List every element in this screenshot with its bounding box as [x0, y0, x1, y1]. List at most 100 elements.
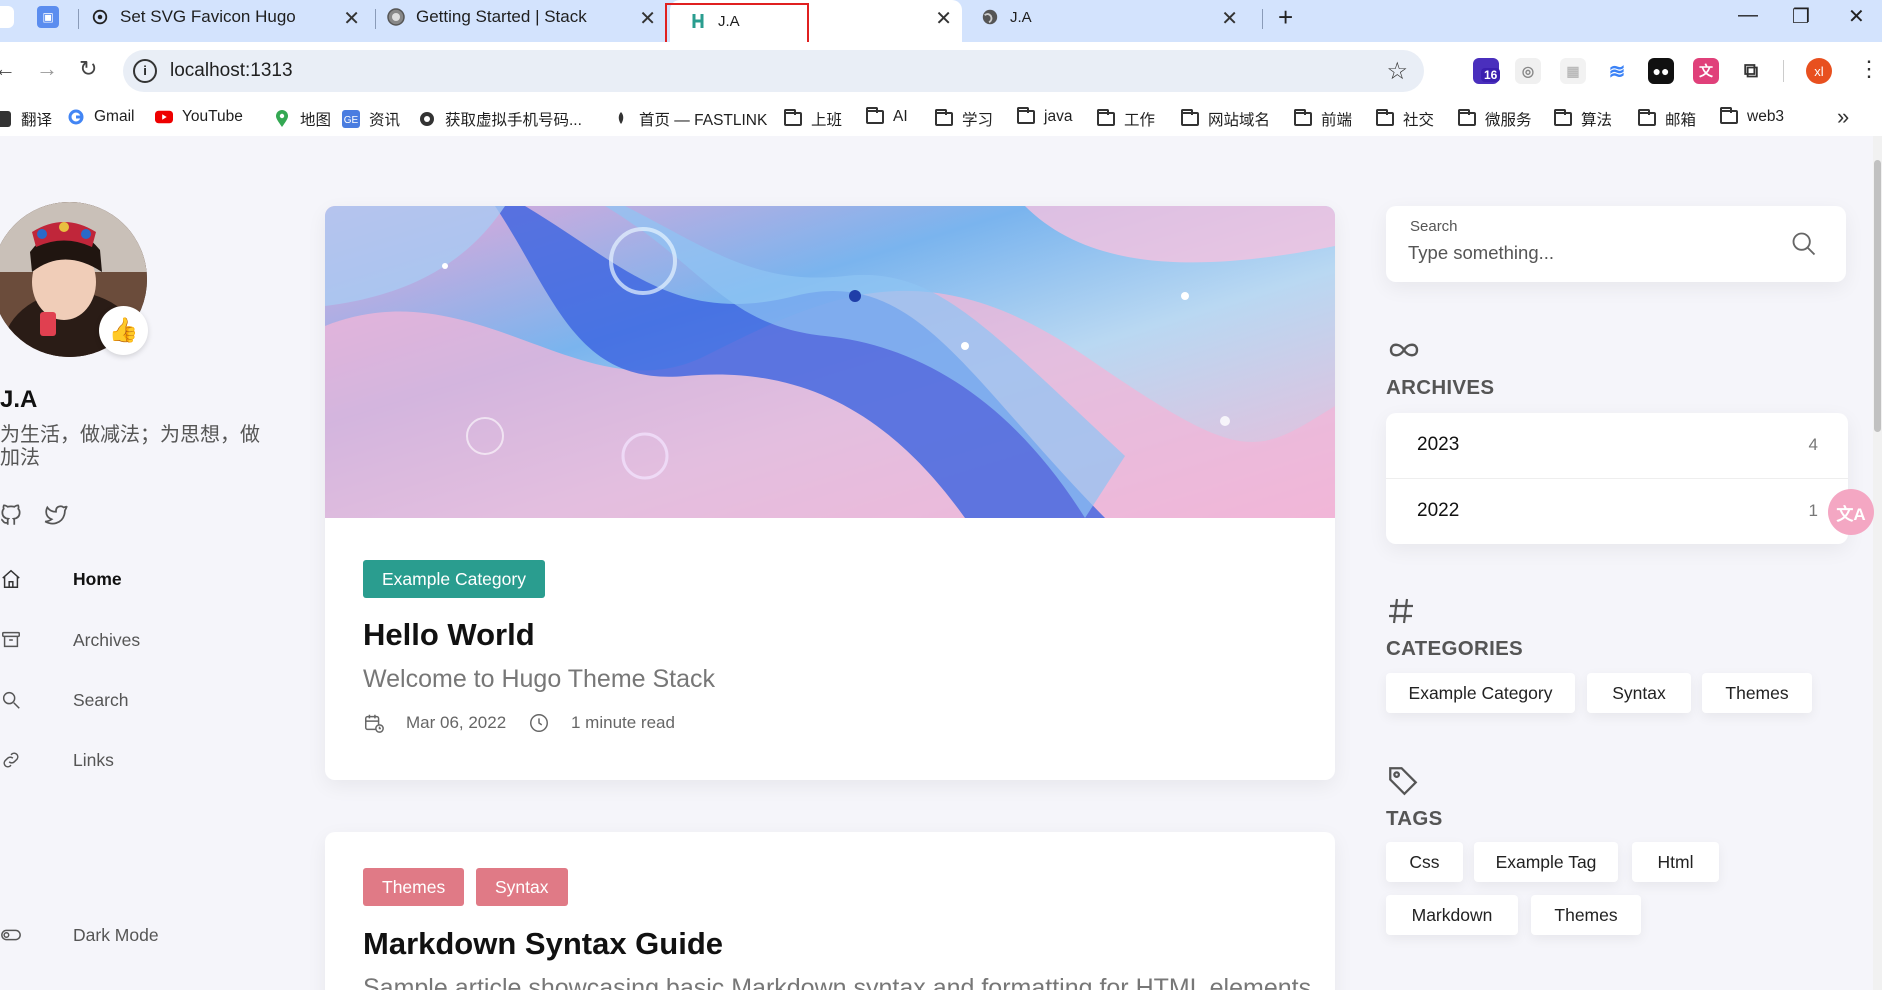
bookmark-item[interactable]: 工作	[1097, 108, 1155, 130]
post-subtitle: Sample article showcasing basic Markdown…	[363, 974, 1319, 990]
window-close-icon[interactable]: ✕	[1848, 4, 1865, 29]
tag-chip[interactable]: Css	[1386, 842, 1463, 882]
tag-chip[interactable]: Example Tag	[1474, 842, 1618, 882]
post-date-text: Mar 06, 2022	[406, 713, 507, 732]
bookmarks-overflow-button[interactable]: »	[1837, 104, 1849, 130]
bookmark-item[interactable]: 微服务	[1458, 108, 1532, 130]
search-input[interactable]	[1408, 242, 1788, 264]
archive-count: 1	[1808, 501, 1818, 520]
category-badge[interactable]: Example Category	[363, 560, 545, 598]
floating-translate-button[interactable]: 文A	[1828, 489, 1874, 535]
bookmark-star-icon[interactable]: ☆	[1386, 57, 1408, 86]
post-card[interactable]: Themes Syntax Markdown Syntax Guide Samp…	[325, 832, 1335, 990]
tag-chip[interactable]: Themes	[1531, 895, 1641, 935]
archive-row[interactable]: 2023 4	[1386, 413, 1848, 479]
bookmark-label: 地图	[300, 112, 332, 129]
github-icon[interactable]	[0, 502, 24, 528]
bookmark-item[interactable]: 地图	[273, 108, 331, 130]
pinned-tab-icon[interactable]: ▣	[37, 6, 59, 28]
extension-layers-icon[interactable]: ≋	[1604, 58, 1630, 84]
bookmark-item[interactable]: 上班	[784, 108, 842, 130]
new-tab-button[interactable]: +	[1278, 2, 1293, 33]
bookmark-label: java	[1044, 108, 1073, 125]
menu-item-home[interactable]: Home	[0, 568, 122, 590]
close-tab-icon[interactable]: ✕	[1221, 6, 1238, 31]
page-scrollbar[interactable]	[1873, 136, 1882, 990]
category-chip[interactable]: Syntax	[1587, 673, 1691, 713]
category-badge[interactable]: Syntax	[476, 868, 568, 906]
archive-row[interactable]: 2022 1	[1386, 479, 1848, 544]
browser-menu-icon[interactable]: ⋮	[1858, 56, 1880, 82]
archive-year: 2023	[1417, 434, 1460, 455]
tab-search-button[interactable]	[0, 6, 14, 28]
extension-grid-icon[interactable]: ▦	[1560, 58, 1586, 84]
bookmark-item[interactable]: 获取虚拟手机号码...	[418, 108, 582, 130]
site-description: 为生活，做减法；为思想，做加法	[0, 424, 260, 469]
menu-item-links[interactable]: Links	[0, 749, 114, 771]
menu-label: Archives	[73, 629, 141, 650]
tag-chip[interactable]: Html	[1632, 842, 1719, 882]
bookmark-item[interactable]: 首页 — FASTLINK	[612, 108, 767, 130]
tab-ja[interactable]: J.A ✕	[968, 0, 1248, 34]
tab-separator	[1262, 9, 1263, 29]
twitter-icon[interactable]	[42, 502, 68, 528]
tag-chip[interactable]: Markdown	[1386, 895, 1518, 935]
post-hero-image[interactable]	[325, 206, 1335, 518]
close-tab-icon[interactable]: ✕	[935, 6, 952, 31]
folder-icon	[1458, 109, 1476, 127]
back-icon[interactable]: ←	[0, 56, 16, 82]
extension-translate-icon[interactable]: 文	[1693, 58, 1719, 84]
forward-icon[interactable]: →	[36, 56, 58, 82]
bookmark-item[interactable]: YouTube	[155, 108, 243, 126]
extension-panda-icon[interactable]: ◎	[1515, 58, 1541, 84]
site-info-icon[interactable]: i	[133, 59, 157, 83]
bookmark-item[interactable]: 前端	[1294, 108, 1352, 130]
menu-label: Search	[73, 689, 129, 710]
extension-meter-icon[interactable]: 16	[1473, 58, 1501, 84]
extension-gamepad-icon[interactable]: ●●	[1648, 58, 1674, 84]
tab-getting-started[interactable]: Getting Started | Stack ✕	[386, 0, 666, 34]
close-tab-icon[interactable]: ✕	[343, 6, 360, 31]
minimize-icon[interactable]: —	[1738, 4, 1758, 27]
bookmark-item[interactable]: 翻译	[0, 108, 52, 130]
bookmark-item[interactable]: Gmail	[67, 108, 134, 126]
bookmark-item[interactable]: web3	[1720, 107, 1784, 126]
close-tab-icon[interactable]: ✕	[639, 6, 656, 31]
search-icon[interactable]	[1790, 230, 1818, 258]
category-chip[interactable]: Example Category	[1386, 673, 1575, 713]
bookmark-label: 邮箱	[1665, 112, 1697, 129]
tab-title: Set SVG Favicon Hugo	[120, 7, 296, 26]
maximize-icon[interactable]: ❐	[1792, 4, 1810, 29]
bookmark-item[interactable]: 学习	[935, 108, 993, 130]
post-title[interactable]: Hello World	[363, 617, 535, 653]
categories-title: CATEGORIES	[1386, 637, 1524, 660]
scrollbar-thumb[interactable]	[1874, 160, 1881, 432]
address-bar[interactable]: i localhost:1313 ☆	[123, 50, 1424, 92]
bookmark-item[interactable]: GE 资讯	[342, 108, 400, 130]
folder-icon	[866, 107, 884, 125]
url-text[interactable]: localhost:1313	[170, 60, 293, 82]
bookmark-item[interactable]: 网站域名	[1181, 108, 1270, 130]
category-chip[interactable]: Themes	[1702, 673, 1812, 713]
bookmark-item[interactable]: 社交	[1376, 108, 1434, 130]
svg-text:GE: GE	[344, 115, 359, 126]
profile-avatar[interactable]: xl	[1806, 58, 1832, 84]
folder-icon	[1097, 109, 1115, 127]
post-card[interactable]: Example Category Hello World Welcome to …	[325, 206, 1335, 780]
extensions-puzzle-icon[interactable]: ⧉	[1738, 58, 1764, 84]
menu-item-search[interactable]: Search	[0, 689, 128, 711]
folder-icon	[1554, 109, 1572, 127]
post-title[interactable]: Markdown Syntax Guide	[363, 926, 723, 962]
calendar-clock-icon	[365, 714, 384, 733]
tab-set-svg-favicon[interactable]: Set SVG Favicon Hugo ✕	[90, 0, 370, 34]
category-badge[interactable]: Themes	[363, 868, 465, 906]
reload-icon[interactable]: ↻	[79, 56, 97, 82]
infinity-icon	[1389, 343, 1419, 357]
bookmark-item[interactable]: java	[1017, 107, 1073, 126]
toolbar-separator	[1783, 60, 1784, 82]
bookmark-item[interactable]: 算法	[1554, 108, 1612, 130]
menu-item-archives[interactable]: Archives	[0, 629, 140, 651]
bookmark-item[interactable]: 邮箱	[1638, 108, 1696, 130]
bookmark-item[interactable]: AI	[866, 107, 908, 126]
dark-mode-toggle[interactable]: Dark Mode	[0, 924, 159, 946]
